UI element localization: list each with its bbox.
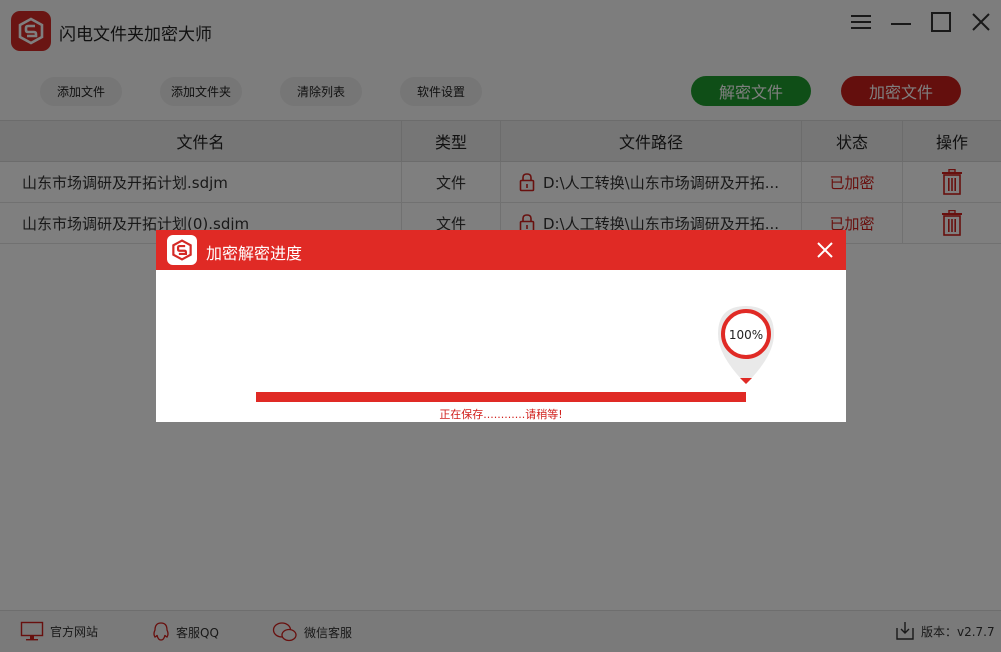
progress-dialog: 加密解密进度 100% 正在保存............请稍等! [156,230,846,422]
progress-percent-label: 100% [728,328,764,342]
dialog-logo-icon [167,235,197,265]
dialog-title: 加密解密进度 [206,244,303,263]
dialog-header: 加密解密进度 [156,230,846,270]
progress-status-text: 正在保存............请稍等! [439,408,563,421]
progress-bar [256,392,746,402]
progress-pin-icon [718,304,774,386]
progress-bar-fill [256,392,746,402]
dialog-close-icon[interactable] [814,239,836,261]
